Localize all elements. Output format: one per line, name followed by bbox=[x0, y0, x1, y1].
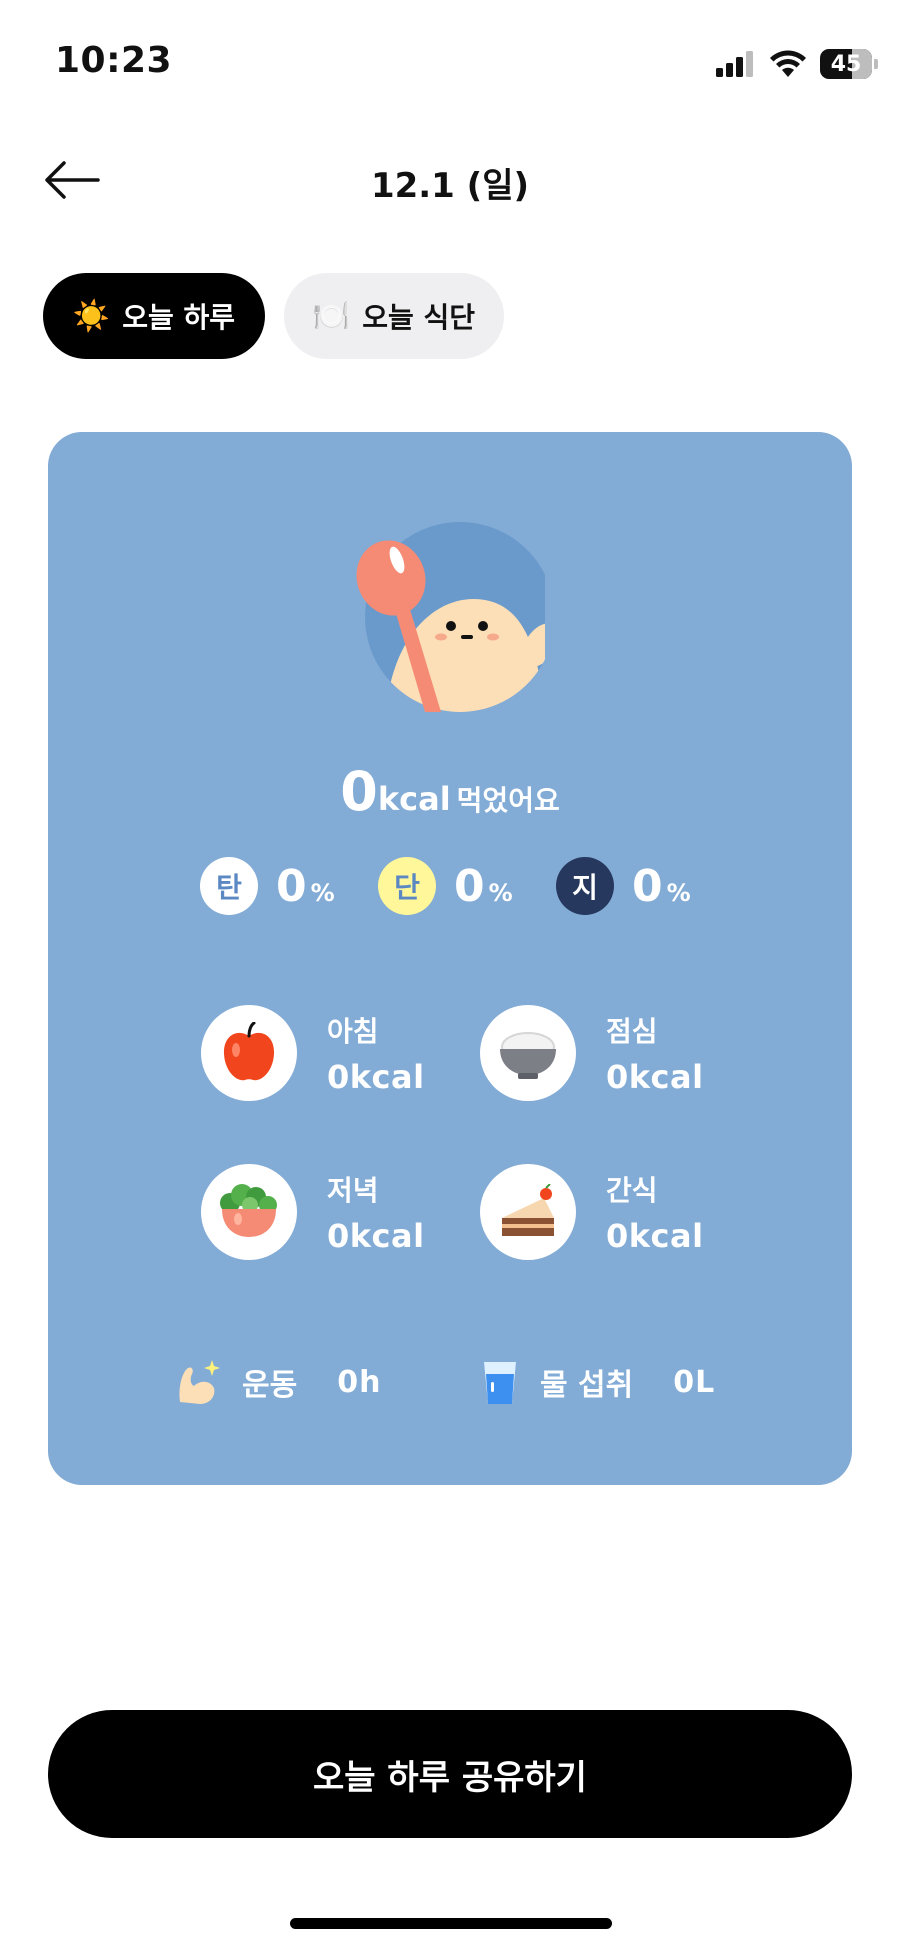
macro-fat: 지 0% bbox=[556, 856, 691, 916]
meal-kcal: 0kcal bbox=[606, 1058, 704, 1096]
meal-snack[interactable]: 간식 0kcal bbox=[480, 1164, 704, 1260]
total-kcal-value: 0 bbox=[340, 760, 378, 823]
carbs-unit: % bbox=[310, 878, 335, 907]
water-glass-icon bbox=[484, 1362, 516, 1404]
page-title: 12.1 (일) bbox=[370, 166, 530, 206]
rice-bowl-icon bbox=[480, 1005, 576, 1101]
meal-kcal: 0kcal bbox=[606, 1217, 704, 1255]
tab-today-day[interactable]: ☀️ 오늘 하루 bbox=[43, 273, 265, 359]
meal-dinner[interactable]: 저녁 0kcal bbox=[201, 1164, 425, 1260]
total-kcal-text: 먹었어요 bbox=[456, 784, 560, 817]
home-indicator bbox=[290, 1918, 612, 1929]
fat-unit: % bbox=[666, 878, 691, 907]
meal-label: 저녁 bbox=[327, 1174, 379, 1207]
meal-kcal: 0kcal bbox=[327, 1217, 425, 1255]
meal-kcal: 0kcal bbox=[327, 1058, 425, 1096]
fat-value: 0 bbox=[632, 860, 663, 912]
tab-today-meals[interactable]: 🍽️ 오늘 식단 bbox=[284, 273, 504, 359]
meal-lunch[interactable]: 점심 0kcal bbox=[480, 1005, 704, 1101]
battery-icon: 45 bbox=[820, 49, 872, 79]
water-label: 물 섭취 bbox=[540, 1368, 634, 1403]
exercise-summary[interactable]: 운동 0h bbox=[174, 1352, 381, 1412]
tab-label: 오늘 식단 bbox=[362, 301, 476, 334]
total-kcal-unit: kcal bbox=[377, 780, 451, 818]
battery-level: 45 bbox=[830, 51, 862, 77]
exercise-label: 운동 bbox=[242, 1368, 298, 1403]
wifi-icon bbox=[770, 50, 806, 77]
cellular-signal-icon bbox=[716, 51, 753, 77]
mascot-icon bbox=[356, 522, 545, 712]
protein-value: 0 bbox=[454, 860, 485, 912]
protein-unit: % bbox=[488, 878, 513, 907]
plate-icon: 🍽️ bbox=[312, 298, 351, 334]
protein-badge: 단 bbox=[378, 857, 436, 915]
sun-icon: ☀️ bbox=[72, 298, 111, 334]
meal-label: 간식 bbox=[606, 1174, 658, 1207]
salad-bowl-icon bbox=[201, 1164, 297, 1260]
tab-label: 오늘 하루 bbox=[122, 301, 236, 334]
meal-label: 아침 bbox=[327, 1015, 379, 1048]
cake-icon bbox=[480, 1164, 576, 1260]
exercise-value: 0h bbox=[337, 1364, 382, 1400]
water-value: 0L bbox=[673, 1364, 716, 1400]
meal-label: 점심 bbox=[606, 1015, 658, 1048]
status-time: 10:23 bbox=[55, 40, 173, 81]
apple-icon bbox=[201, 1005, 297, 1101]
total-kcal: 0kcal 먹었어요 bbox=[48, 760, 852, 823]
carbs-badge: 탄 bbox=[200, 857, 258, 915]
meal-breakfast[interactable]: 아침 0kcal bbox=[201, 1005, 425, 1101]
fat-badge: 지 bbox=[556, 857, 614, 915]
daily-summary-card: 0kcal 먹었어요 탄 0% 단 0% 지 0% 아침 0kcal 점심 0k… bbox=[48, 432, 852, 1485]
muscle-icon bbox=[179, 1360, 220, 1404]
macro-protein: 단 0% bbox=[378, 856, 513, 916]
water-summary[interactable]: 물 섭취 0L bbox=[480, 1352, 715, 1412]
share-today-button[interactable]: 오늘 하루 공유하기 bbox=[48, 1710, 852, 1838]
battery-tip bbox=[874, 59, 878, 69]
macro-carbs: 탄 0% bbox=[200, 856, 335, 916]
status-icons: 45 bbox=[716, 44, 878, 84]
carbs-value: 0 bbox=[276, 860, 307, 912]
